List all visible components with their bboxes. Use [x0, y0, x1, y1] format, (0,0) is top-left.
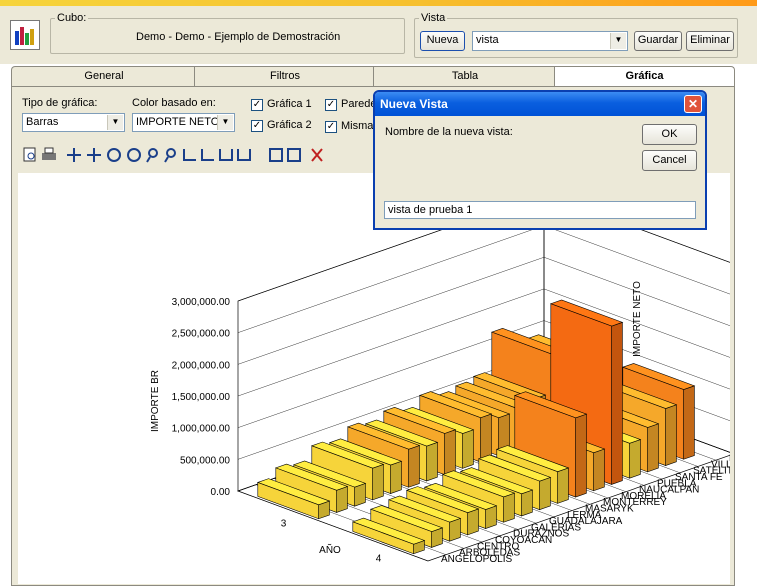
print-icon[interactable] — [42, 147, 56, 160]
dialog-prompt: Nombre de la nueva vista: — [385, 126, 513, 138]
chart-type-label: Tipo de gráfica: — [22, 97, 98, 109]
store-label: RENDA — [729, 453, 730, 464]
chevron-down-icon[interactable]: ▼ — [217, 115, 233, 130]
walls-checkbox[interactable]: ✓ — [325, 99, 337, 111]
color-based-select[interactable]: IMPORTE NETO ▼ — [132, 113, 235, 132]
gridline — [237, 257, 735, 365]
color-based-label: Color basado en: — [132, 97, 216, 109]
left-axis-title: IMPORTE BR — [150, 370, 161, 432]
close-icon[interactable]: ✕ — [684, 95, 702, 113]
year-label: 4 — [376, 554, 382, 565]
right-axis-title: IMPORTE NETO — [632, 281, 643, 357]
new-view-name-input[interactable]: vista de prueba 1 — [384, 201, 696, 219]
left-tick-label: 500,000.00 — [180, 455, 230, 466]
bar-chart-3d: 0.00 500,000.00 1,000,000.00 1,500,000.00 2,… — [150, 193, 757, 565]
chart1-checkbox[interactable]: ✓ — [251, 99, 263, 111]
new-view-name-value: vista de prueba 1 — [388, 204, 473, 216]
tab-tabla[interactable]: Tabla — [373, 66, 557, 86]
print-preview-icon[interactable] — [23, 147, 36, 162]
axis-icon[interactable] — [183, 149, 196, 161]
frame-icon[interactable] — [287, 148, 301, 162]
tab-filtros[interactable]: Filtros — [194, 66, 376, 86]
view-select-value: vista — [476, 34, 499, 46]
move-icon[interactable] — [87, 148, 101, 162]
rotate-icon[interactable] — [107, 148, 121, 162]
chart1-label: Gráfica 1 — [267, 98, 312, 110]
rotate-icon[interactable] — [127, 148, 141, 162]
left-tick-label: 1,500,000.00 — [172, 392, 231, 403]
chart-type-value: Barras — [26, 116, 59, 128]
view-select[interactable]: vista ▼ — [472, 31, 628, 51]
left-tick-label: 0.00 — [211, 487, 231, 498]
ok-button[interactable]: OK — [642, 124, 697, 145]
tab-strip: General Filtros Tabla Gráfica — [11, 66, 735, 88]
axis-icon[interactable] — [201, 149, 214, 161]
dialog-title: Nueva Vista — [380, 97, 448, 111]
same-checkbox[interactable]: ✓ — [325, 121, 337, 133]
year-label: 3 — [281, 519, 287, 530]
chevron-down-icon[interactable]: ▼ — [107, 115, 123, 130]
left-tick-label: 3,000,000.00 — [172, 297, 231, 308]
cube-label: Cubo: — [57, 12, 87, 24]
dialog-titlebar[interactable]: Nueva Vista ✕ — [375, 92, 705, 116]
cube-name: Demo - Demo - Ejemplo de Demostración — [136, 31, 341, 43]
new-view-button[interactable]: Nueva — [420, 31, 465, 51]
same-label: Misma — [341, 120, 374, 132]
x-axis-title: AÑO — [319, 543, 341, 556]
chart-toolbar — [22, 145, 372, 165]
axis-icon[interactable] — [219, 149, 233, 161]
delete-view-button[interactable]: Eliminar — [686, 31, 734, 51]
cancel-button[interactable]: Cancel — [642, 150, 697, 171]
color-based-value: IMPORTE NETO — [136, 116, 220, 128]
store-label: VILLAHERMOSA — [711, 459, 730, 470]
save-view-button[interactable]: Guardar — [634, 31, 682, 51]
chart-area: 0.00 500,000.00 1,000,000.00 1,500,000.00 2,… — [18, 173, 757, 584]
walls-label: Parede — [341, 98, 377, 110]
zoom-icon[interactable] — [146, 148, 158, 163]
axis-icon[interactable] — [237, 149, 251, 161]
left-tick-label: 2,000,000.00 — [172, 360, 231, 371]
left-tick-label: 1,000,000.00 — [172, 424, 231, 435]
chevron-down-icon[interactable]: ▼ — [610, 33, 626, 49]
tab-grafica[interactable]: Gráfica — [554, 66, 735, 88]
frame-icon[interactable] — [269, 148, 283, 162]
chart2-checkbox[interactable]: ✓ — [251, 120, 263, 132]
chart2-label: Gráfica 2 — [267, 119, 312, 131]
view-label: Vista — [421, 12, 446, 24]
gridline — [237, 225, 735, 333]
scissors-icon[interactable] — [311, 148, 323, 162]
tab-general[interactable]: General — [11, 66, 197, 86]
cube-chart-icon — [10, 20, 40, 50]
zoom-icon[interactable] — [164, 148, 176, 163]
left-tick-label: 2,500,000.00 — [172, 329, 231, 340]
new-view-dialog: Nueva Vista ✕ Nombre de la nueva vista: … — [373, 90, 707, 230]
chart-type-select[interactable]: Barras ▼ — [22, 113, 125, 132]
move-icon[interactable] — [67, 148, 81, 162]
